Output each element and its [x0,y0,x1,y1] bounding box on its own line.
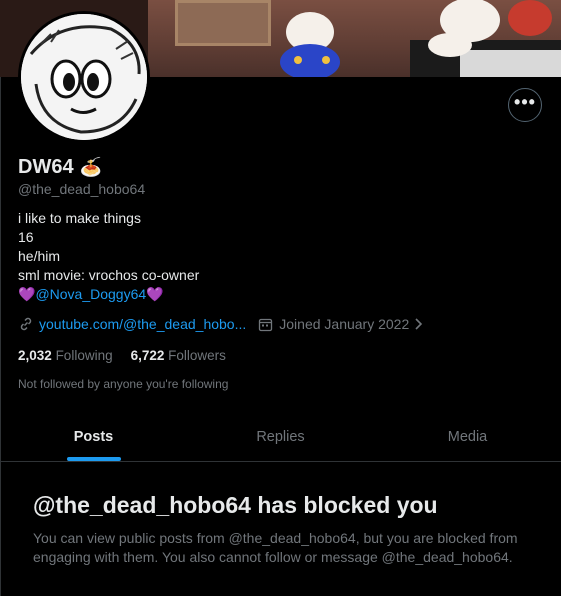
not-followed-notice: Not followed by anyone you're following [18,377,229,391]
more-options-button[interactable]: ••• [508,88,542,122]
tab-media[interactable]: Media [374,412,561,461]
website-link[interactable]: youtube.com/@the_dead_hobo... [39,316,246,332]
calendar-icon [258,317,273,332]
tab-label: Replies [256,428,305,445]
tab-label: Posts [73,428,114,445]
profile-name: DW64 🍝 [18,156,102,179]
heart-emoji: 💜 [18,286,36,302]
blocked-message: You can view public posts from @the_dead… [33,530,518,565]
banner-figure [280,12,340,77]
profile-meta: youtube.com/@the_dead_hobo... Joined Jan… [18,316,423,332]
heart-emoji: 💜 [146,286,164,302]
avatar-drawing [21,14,147,140]
name-emoji: 🍝 [79,157,102,177]
banner-figure-2 [410,0,561,77]
bio-line: i like to make things [18,210,141,226]
banner-frame [175,0,271,46]
followers-label: Followers [168,348,226,363]
following-count: 2,032 [18,348,52,363]
active-tab-indicator [66,457,121,461]
profile-handle: @the_dead_hobo64 [18,181,146,197]
bio-line: 16 [18,229,34,245]
tab-posts[interactable]: Posts [0,412,187,461]
profile-tabs: Posts Replies Media [0,412,561,462]
followers-link[interactable]: 6,722 Followers [131,348,226,363]
blocked-title: @the_dead_hobo64 has blocked you [33,492,438,518]
avatar[interactable] [18,11,150,143]
tab-label: Media [447,428,488,445]
link-icon [20,317,32,331]
followers-count: 6,722 [130,348,165,363]
bio-mention-link[interactable]: @Nova_Doggy64 [35,286,146,302]
bio-line-mention: 💜@Nova_Doggy64💜 [18,285,199,304]
bio-line: sml movie: vrochos co-owner [18,267,200,283]
profile-bio: i like to make things 16 he/him sml movi… [18,209,199,304]
follow-counts: 2,032 Following 6,722 Followers [18,348,226,363]
tab-replies[interactable]: Replies [187,412,374,461]
avatar-image [21,14,147,140]
left-border [0,0,1,596]
more-icon: ••• [514,92,536,112]
joined-date: Joined January 2022 [279,316,410,332]
following-link[interactable]: 2,032 Following [18,348,113,363]
display-name: DW64 [18,156,74,178]
bio-line: he/him [18,248,61,264]
chevron-right-icon[interactable] [414,317,423,331]
following-label: Following [55,348,113,363]
